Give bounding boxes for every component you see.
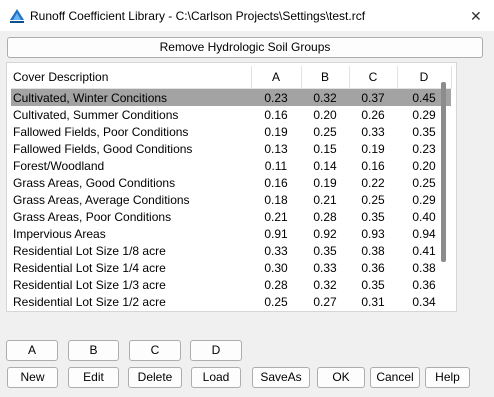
cover-cell: Residential Lot Size 1/8 acre — [13, 243, 166, 258]
table-row[interactable]: Impervious Areas 0.91 0.92 0.93 0.94 — [11, 225, 451, 242]
table-row[interactable]: Residential Lot Size 1/4 acre 0.30 0.33 0.3… — [11, 259, 451, 276]
cancel-button[interactable]: Cancel — [370, 367, 420, 388]
cover-cell: Cultivated, Summer Conditions — [13, 107, 179, 122]
value-cell: 0.16 — [264, 107, 288, 122]
value-cell: 0.37 — [349, 88, 397, 106]
value-cell: 0.31 — [361, 294, 385, 309]
value-cell: 0.20 — [313, 107, 337, 122]
cover-cell: Fallowed Fields, Poor Conditions — [13, 124, 189, 139]
table-row[interactable]: Grass Areas, Average Conditions 0.18 0.21 0… — [11, 191, 451, 208]
value-cell: 0.35 — [313, 243, 337, 258]
value-cell: 0.19 — [264, 124, 288, 139]
remove-hydrologic-soil-groups-button[interactable]: Remove Hydrologic Soil Groups — [7, 37, 483, 58]
value-cell: 0.33 — [361, 124, 385, 139]
value-cell: 0.34 — [412, 294, 436, 309]
value-cell: 0.32 — [313, 277, 337, 292]
table-row[interactable]: Fallowed Fields, Poor Conditions 0.19 0.25… — [11, 123, 451, 140]
cover-cell: Grass Areas, Good Conditions — [13, 175, 176, 190]
new-button[interactable]: New — [7, 367, 58, 388]
value-cell: 0.18 — [264, 192, 288, 207]
value-cell: 0.14 — [313, 158, 337, 173]
table-header-row: Cover Description A B C D — [11, 66, 452, 89]
edit-button[interactable]: Edit — [68, 367, 119, 388]
table-row[interactable]: Residential Lot Size 1/3 acre 0.28 0.32 0.3… — [11, 276, 451, 293]
value-cell: 0.27 — [313, 294, 337, 309]
cover-cell: Residential Lot Size 1/3 acre — [13, 277, 166, 292]
value-cell: 0.28 — [264, 277, 288, 292]
value-cell: 0.19 — [361, 141, 385, 156]
value-cell: 0.33 — [313, 260, 337, 275]
value-cell: 0.30 — [264, 260, 288, 275]
value-cell: 0.21 — [313, 192, 337, 207]
table-row[interactable]: Cultivated, Summer Conditions 0.16 0.20 0.2… — [11, 106, 451, 123]
value-cell: 0.23 — [251, 88, 301, 106]
value-cell: 0.36 — [361, 260, 385, 275]
value-cell: 0.26 — [361, 107, 385, 122]
value-cell: 0.33 — [264, 243, 288, 258]
table-row[interactable]: Residential Lot Size 1/8 acre 0.33 0.35 0.3… — [11, 242, 451, 259]
cover-cell: Grass Areas, Poor Conditions — [13, 209, 172, 224]
app-icon — [10, 9, 24, 23]
window-title: Runoff Coefficient Library - C:\Carlson … — [30, 9, 366, 23]
value-cell: 0.19 — [313, 175, 337, 190]
ok-button[interactable]: OK — [317, 367, 365, 388]
group-b-button[interactable]: B — [68, 340, 119, 361]
value-cell: 0.91 — [264, 226, 288, 241]
vertical-scrollbar[interactable] — [441, 82, 446, 262]
value-cell: 0.25 — [313, 124, 337, 139]
saveas-button[interactable]: SaveAs — [252, 367, 310, 388]
delete-button[interactable]: Delete — [128, 367, 182, 388]
value-cell: 0.16 — [361, 158, 385, 173]
table-row[interactable]: Grass Areas, Poor Conditions 0.21 0.28 0.35… — [11, 208, 451, 225]
group-c-button[interactable]: C — [129, 340, 181, 361]
title-bar: Runoff Coefficient Library - C:\Carlson … — [0, 0, 494, 31]
value-cell: 0.92 — [313, 226, 337, 241]
table-row[interactable]: Cultivated, Winter Concitions 0.23 0.32 0.3… — [11, 88, 451, 106]
value-cell: 0.32 — [301, 88, 349, 106]
value-cell: 0.13 — [264, 141, 288, 156]
cover-cell: Cultivated, Winter Concitions — [11, 88, 251, 106]
table-row[interactable]: Forest/Woodland 0.11 0.14 0.16 0.20 — [11, 157, 451, 174]
close-icon[interactable]: ✕ — [470, 8, 482, 25]
table-row[interactable]: Fallowed Fields, Good Conditions 0.13 0.15… — [11, 140, 451, 157]
value-cell: 0.93 — [361, 226, 385, 241]
table-row[interactable]: Residential Lot Size 1/2 acre 0.25 0.27 0.3… — [11, 293, 451, 310]
value-cell: 0.25 — [361, 192, 385, 207]
value-cell: 0.28 — [313, 209, 337, 224]
value-cell: 0.25 — [264, 294, 288, 309]
cover-cell: Forest/Woodland — [13, 158, 105, 173]
cover-cell: Impervious Areas — [13, 226, 106, 241]
col-header-c[interactable]: C — [349, 66, 398, 89]
load-button[interactable]: Load — [191, 367, 241, 388]
col-header-cover-description[interactable]: Cover Description — [11, 66, 252, 89]
value-cell: 0.21 — [264, 209, 288, 224]
value-cell: 0.11 — [264, 158, 288, 173]
cover-cell: Fallowed Fields, Good Conditions — [13, 141, 193, 156]
cover-cell: Residential Lot Size 1/4 acre — [13, 260, 166, 275]
value-cell: 0.36 — [412, 277, 436, 292]
value-cell: 0.35 — [361, 209, 385, 224]
value-cell: 0.16 — [264, 175, 288, 190]
value-cell: 0.38 — [361, 243, 385, 258]
cover-cell: Residential Lot Size 1/2 acre — [13, 294, 166, 309]
value-cell: 0.22 — [361, 175, 385, 190]
value-cell: 0.35 — [361, 277, 385, 292]
help-button[interactable]: Help — [425, 367, 470, 388]
coefficient-table[interactable]: Cover Description A B C D Cultivated, Wi… — [6, 62, 457, 312]
table-row[interactable]: Grass Areas, Good Conditions 0.16 0.19 0.22… — [11, 174, 451, 191]
group-d-button[interactable]: D — [190, 340, 242, 361]
col-header-b[interactable]: B — [301, 66, 350, 89]
cover-cell: Grass Areas, Average Conditions — [13, 192, 190, 207]
col-header-a[interactable]: A — [251, 66, 302, 89]
group-a-button[interactable]: A — [6, 340, 58, 361]
value-cell: 0.15 — [313, 141, 337, 156]
